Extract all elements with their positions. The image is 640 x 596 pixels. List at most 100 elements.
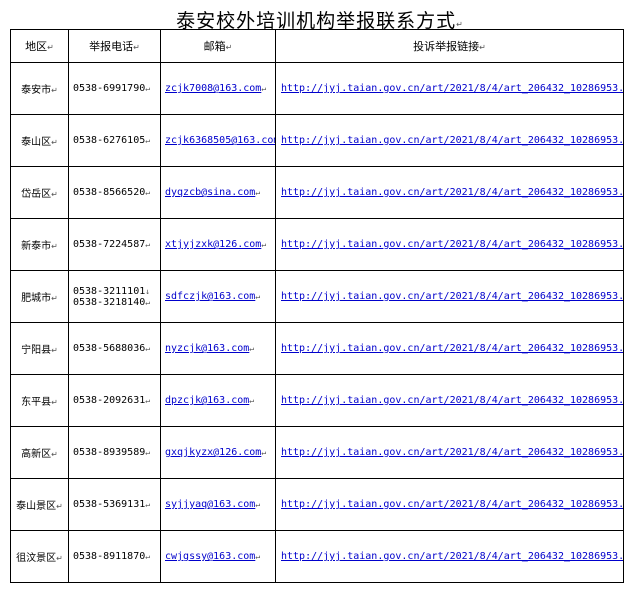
district-name: 徂汶景区	[16, 553, 57, 564]
paragraph-mark-icon: ↵	[255, 188, 261, 197]
phone-number: 0538-8939589	[73, 447, 146, 458]
paragraph-mark-icon: ↵	[51, 190, 58, 199]
paragraph-mark-icon: ↵	[145, 500, 151, 509]
district-cell: 肥城市↵	[10, 270, 69, 323]
phone-cell: 0538-8566520↵	[68, 166, 161, 219]
paragraph-mark-icon: ↵	[456, 20, 464, 29]
table-row: 泰山区↵0538-6276105↵zcjk6368505@163.com↵htt…	[10, 114, 624, 167]
email-cell: nyzcjk@163.com↵	[160, 322, 276, 375]
paragraph-mark-icon: ↵	[145, 396, 151, 405]
header-row: 地区↵ 举报电话↵ 邮箱↵ 投诉举报链接↵	[10, 29, 624, 63]
email-cell: zcjk6368505@163.com↵	[160, 114, 276, 167]
paragraph-mark-icon: ↵	[255, 292, 261, 301]
district-cell: 泰安市↵	[10, 62, 69, 115]
phone-number: 0538-6276105	[73, 135, 146, 146]
table-row: 肥城市↵ 0538-3211101↓ 0538-3218140↵ sdfczjk@16…	[10, 270, 624, 323]
table-body: 泰安市↵ 0538-6991790↵ zcjk7008@163.com↵ http:/…	[10, 62, 624, 583]
complaint-link[interactable]: http://jyj.taian.gov.cn/art/2021/8/4/art…	[281, 395, 623, 406]
complaint-link[interactable]: http://jyj.taian.gov.cn/art/2021/8/4/art…	[281, 291, 623, 302]
paragraph-mark-icon: ↵	[51, 398, 58, 407]
phone-number: 0538-8566520	[73, 187, 146, 198]
district-cell: 岱岳区↵	[10, 166, 69, 219]
phone-number: 0538-5688036	[73, 343, 146, 354]
district-cell: 高新区↵	[10, 426, 69, 479]
district-cell: 东平县↵	[10, 374, 69, 427]
paragraph-mark-icon: ↵	[145, 84, 151, 93]
link-cell: http://jyj.taian.gov.cn/art/2021/8/4/art…	[275, 114, 624, 167]
table-row: 东平县↵ 0538-2092631↵ dpzcjk@163.com↵ http://j…	[10, 374, 624, 427]
phone-number: 0538-2092631	[73, 395, 146, 406]
complaint-link[interactable]: http://jyj.taian.gov.cn/art/2021/8/4/art…	[281, 135, 623, 146]
header-phone-label: 举报电话	[89, 40, 134, 53]
email-link[interactable]: xtjyjzxk@126.com	[165, 239, 261, 250]
phone-cell: 0538-8911870↵	[68, 530, 161, 583]
phone-cell: 0538-6991790↵	[68, 62, 161, 115]
district-name: 东平县	[21, 397, 52, 408]
phone-cell: 0538-6276105↵	[68, 114, 161, 167]
header-email: 邮箱↵	[160, 29, 276, 63]
phone-number: 0538-8911870	[73, 551, 146, 562]
complaint-link[interactable]: http://jyj.taian.gov.cn/art/2021/8/4/art…	[281, 551, 623, 562]
complaint-link[interactable]: http://jyj.taian.gov.cn/art/2021/8/4/art…	[281, 447, 623, 458]
district-name: 宁阳县	[21, 345, 52, 356]
email-link[interactable]: zcjk7008@163.com	[165, 83, 261, 94]
link-cell: http://jyj.taian.gov.cn/art/2021/8/4/art…	[275, 478, 624, 531]
email-link[interactable]: cwjgssy@163.com	[165, 551, 255, 562]
paragraph-mark-icon: ↵	[56, 554, 63, 563]
district-name: 泰山区	[21, 137, 52, 148]
paragraph-mark-icon: ↵	[145, 297, 151, 307]
table-row: 岱岳区↵ 0538-8566520↵ dyqzcb@sina.com↵ http://…	[10, 166, 624, 219]
email-cell: syjjyaq@163.com↵	[160, 478, 276, 531]
email-link[interactable]: dyqzcb@sina.com	[165, 187, 255, 198]
link-cell: http://jyj.taian.gov.cn/art/2021/8/4/art…	[275, 426, 624, 479]
email-link[interactable]: sdfczjk@163.com	[165, 291, 255, 302]
link-cell: http://jyj.taian.gov.cn/art/2021/8/4/art…	[275, 62, 624, 115]
table-row: 徂汶景区↵ 0538-8911870↵ cwjgssy@163.com↵ http:/…	[10, 530, 624, 583]
email-link[interactable]: nyzcjk@163.com	[165, 343, 249, 354]
email-link[interactable]: syjjyaq@163.com	[165, 499, 255, 510]
paragraph-mark-icon: ↵	[47, 43, 54, 52]
phone-number: 0538-5369131	[73, 499, 146, 510]
paragraph-mark-icon: ↵	[255, 500, 261, 509]
district-name: 泰安市	[21, 85, 52, 96]
district-name: 肥城市	[21, 293, 52, 304]
table-row: 新泰市↵ 0538-7224587↵ xtjyjzxk@126.com↵ http:/…	[10, 218, 624, 271]
email-link[interactable]: zcjk6368505@163.com	[165, 135, 275, 146]
header-district: 地区↵	[10, 29, 69, 63]
paragraph-mark-icon: ↵	[51, 138, 58, 147]
district-name: 岱岳区	[21, 189, 52, 200]
email-link[interactable]: gxqjkyzx@126.com	[165, 447, 261, 458]
link-cell: http://jyj.taian.gov.cn/art/2021/8/4/art…	[275, 530, 624, 583]
link-cell: http://jyj.taian.gov.cn/art/2021/8/4/art…	[275, 166, 624, 219]
email-cell: zcjk7008@163.com↵	[160, 62, 276, 115]
district-cell: 新泰市↵	[10, 218, 69, 271]
header-link: 投诉举报链接↵	[275, 29, 624, 63]
link-cell: http://jyj.taian.gov.cn/art/2021/8/4/art…	[275, 270, 624, 323]
paragraph-mark-icon: ↵	[56, 502, 63, 511]
header-email-label: 邮箱	[203, 40, 226, 53]
complaint-link[interactable]: http://jyj.taian.gov.cn/art/2021/8/4/art…	[281, 83, 623, 94]
phone-cell: 0538-2092631↵	[68, 374, 161, 427]
paragraph-mark-icon: ↵	[261, 84, 267, 93]
paragraph-mark-icon: ↵	[145, 552, 151, 561]
paragraph-mark-icon: ↵	[133, 43, 140, 52]
paragraph-mark-icon: ↵	[225, 43, 233, 52]
complaint-link[interactable]: http://jyj.taian.gov.cn/art/2021/8/4/art…	[281, 343, 623, 354]
district-cell: 泰山区↵	[10, 114, 69, 167]
district-cell: 宁阳县↵	[10, 322, 69, 375]
phone-cell: 0538-5688036↵	[68, 322, 161, 375]
email-link[interactable]: dpzcjk@163.com	[165, 395, 249, 406]
phone-cell: 0538-3211101↓ 0538-3218140↵	[68, 270, 161, 323]
complaint-link[interactable]: http://jyj.taian.gov.cn/art/2021/8/4/art…	[281, 239, 623, 250]
district-cell: 徂汶景区↵	[10, 530, 69, 583]
phone-number: 0538-7224587	[73, 239, 146, 250]
phone-cell: 0538-7224587↵	[68, 218, 161, 271]
table-row: 泰安市↵ 0538-6991790↵ zcjk7008@163.com↵ http:/…	[10, 62, 624, 115]
line-break-mark-icon: ↓	[145, 286, 151, 296]
district-cell: 泰山景区↵	[10, 478, 69, 531]
paragraph-mark-icon: ↵	[51, 86, 58, 95]
complaint-link[interactable]: http://jyj.taian.gov.cn/art/2021/8/4/art…	[281, 187, 623, 198]
paragraph-mark-icon: ↵	[479, 43, 486, 52]
complaint-link[interactable]: http://jyj.taian.gov.cn/art/2021/8/4/art…	[281, 499, 623, 510]
contact-table: 地区↵ 举报电话↵ 邮箱↵ 投诉举报链接↵ 泰安市↵ 0538-6991790↵ z…	[10, 29, 624, 583]
